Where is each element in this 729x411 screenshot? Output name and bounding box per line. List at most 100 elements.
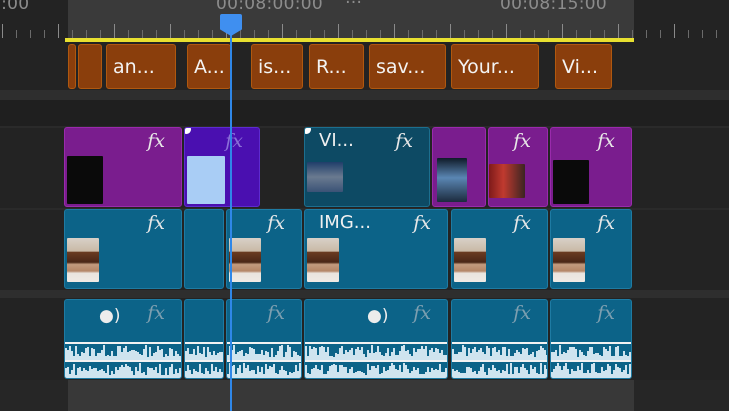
v1-clip[interactable]: fx xyxy=(64,209,182,289)
title-clip[interactable] xyxy=(68,44,76,89)
fx-badge-icon[interactable]: fx xyxy=(597,130,615,152)
clip-label: A... xyxy=(194,55,225,78)
fx-badge-icon[interactable]: fx xyxy=(225,130,243,152)
ruler-tick xyxy=(240,30,241,38)
audio-waveform xyxy=(185,360,223,378)
v1-clip[interactable]: IMG... fx xyxy=(304,209,448,289)
ruler-tick xyxy=(660,30,661,38)
waveform-baseline xyxy=(551,342,631,344)
timecode-left: 5:00 xyxy=(0,0,30,14)
title-clip[interactable]: R... xyxy=(309,44,364,89)
title-clip[interactable]: an... xyxy=(106,44,176,89)
waveform-baseline xyxy=(305,360,447,362)
ruler-tick xyxy=(674,24,675,38)
v2-clip[interactable]: fx xyxy=(550,127,632,207)
title-clip[interactable]: is... xyxy=(251,44,303,89)
ruler-tick xyxy=(520,30,521,38)
ruler-tick xyxy=(646,30,647,38)
title-clip[interactable]: sav... xyxy=(369,44,446,89)
clip-label: R... xyxy=(316,55,347,78)
fx-badge-icon[interactable]: fx xyxy=(413,302,431,324)
speaking-head-icon[interactable]: ●) xyxy=(99,306,120,326)
ruler-tick xyxy=(16,30,17,38)
v1-clip[interactable] xyxy=(184,209,224,289)
fx-badge-icon[interactable]: fx xyxy=(597,302,615,324)
a1-clip[interactable]: fx xyxy=(226,299,302,379)
clip-label: IMG... xyxy=(319,212,371,233)
waveform-baseline xyxy=(551,360,631,362)
v1-clip[interactable]: fx xyxy=(550,209,632,289)
title-clip[interactable]: A... xyxy=(187,44,231,89)
fx-badge-icon[interactable]: fx xyxy=(513,130,531,152)
ruler-tick xyxy=(72,30,73,38)
title-clip[interactable]: Vi... xyxy=(555,44,612,89)
title-clip[interactable] xyxy=(78,44,102,89)
a1-clip[interactable]: fx xyxy=(451,299,548,379)
waveform-baseline xyxy=(227,342,301,344)
fx-badge-icon[interactable]: fx xyxy=(147,302,165,324)
fx-badge-icon[interactable]: fx xyxy=(267,212,285,234)
ruler-tick xyxy=(492,30,493,38)
ruler-tick xyxy=(128,30,129,38)
v1-clip[interactable]: fx xyxy=(226,209,302,289)
ruler-tick xyxy=(184,30,185,38)
fx-badge-icon[interactable]: fx xyxy=(597,212,615,234)
fx-badge-icon[interactable]: fx xyxy=(513,302,531,324)
ruler-tick xyxy=(366,30,367,38)
v2-clip[interactable]: fx xyxy=(184,127,260,207)
audio-waveform xyxy=(227,360,301,378)
time-ruler[interactable]: 5:00 00:08:00:00 … 00:08:15:00 xyxy=(0,0,729,42)
ruler-tick xyxy=(30,30,31,38)
fx-badge-icon[interactable]: fx xyxy=(513,212,531,234)
ruler-tick xyxy=(408,30,409,38)
a1-clip[interactable]: fx xyxy=(550,299,632,379)
v2-clip[interactable] xyxy=(432,127,486,207)
ruler-tick xyxy=(58,24,59,38)
v1-clip[interactable]: fx xyxy=(451,209,548,289)
speaking-head-icon[interactable]: ●) xyxy=(367,306,388,326)
ruler-tick xyxy=(142,30,143,38)
fx-badge-icon[interactable]: fx xyxy=(395,130,413,152)
clip-label: VI... xyxy=(319,130,354,151)
waveform-sample xyxy=(179,368,181,378)
audio-waveform xyxy=(452,360,547,378)
fx-badge-icon[interactable]: fx xyxy=(267,302,285,324)
audio-waveform xyxy=(65,342,181,360)
ruler-tick xyxy=(44,30,45,38)
waveform-sample xyxy=(221,372,223,378)
ruler-tick xyxy=(688,30,689,38)
waveform-baseline xyxy=(452,360,547,362)
ruler-tick xyxy=(268,30,269,38)
waveform-baseline xyxy=(185,360,223,362)
timecode-right: 00:08:15:00 xyxy=(500,0,608,14)
a1-clip[interactable]: ●) fx xyxy=(304,299,448,379)
clip-thumbnail xyxy=(229,238,261,282)
v2-clip[interactable]: fx xyxy=(64,127,182,207)
clip-thumbnail xyxy=(307,238,339,282)
playhead-line[interactable] xyxy=(230,14,232,411)
v2-clip[interactable]: fx xyxy=(488,127,548,207)
fx-badge-icon[interactable]: fx xyxy=(147,212,165,234)
waveform-sample xyxy=(299,363,301,378)
audio-waveform xyxy=(551,342,631,360)
ruler-tick xyxy=(576,30,577,38)
ruler-tick xyxy=(338,24,339,38)
title-clip[interactable]: Your... xyxy=(451,44,539,89)
fx-badge-icon[interactable]: fx xyxy=(413,212,431,234)
waveform-sample xyxy=(629,352,631,360)
a1-clip[interactable]: ●) fx xyxy=(64,299,182,379)
a1-clip[interactable] xyxy=(184,299,224,379)
waveform-baseline xyxy=(305,342,447,344)
clip-thumbnail xyxy=(553,238,585,282)
clip-thumbnail xyxy=(454,238,486,282)
ruler-tick xyxy=(436,30,437,38)
ruler-tick xyxy=(590,30,591,38)
fx-badge-icon[interactable]: fx xyxy=(147,130,165,152)
ruler-tick xyxy=(198,30,199,38)
v2-clip[interactable]: VI... fx xyxy=(304,127,430,207)
audio-waveform xyxy=(452,342,547,360)
horizontal-scrollbar[interactable] xyxy=(68,380,634,411)
ruler-tick xyxy=(2,24,3,38)
track-divider xyxy=(0,290,729,298)
clip-thumbnail xyxy=(489,164,525,198)
